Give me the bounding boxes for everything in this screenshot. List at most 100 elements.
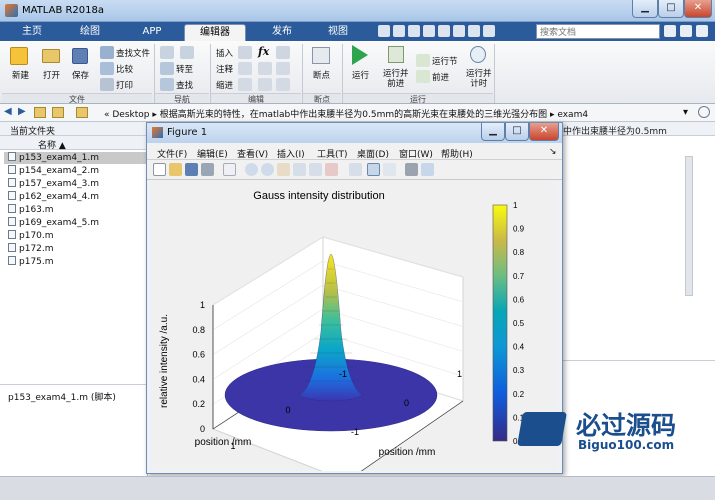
breakpoints-button[interactable]: 断点 xyxy=(313,69,330,81)
maximize-button[interactable]: □ xyxy=(658,0,684,18)
menu-dock-icon[interactable]: ↘ xyxy=(549,147,557,157)
legend-icon[interactable] xyxy=(383,163,396,176)
file-item[interactable]: p170.m xyxy=(8,230,54,242)
data-cursor-icon[interactable] xyxy=(309,163,322,176)
search-icon[interactable] xyxy=(664,25,676,37)
forward-icon[interactable]: ▶ xyxy=(18,107,28,117)
save-button[interactable]: 保存 xyxy=(72,69,89,81)
link-plot-icon[interactable] xyxy=(349,163,362,176)
menu-edit[interactable]: 编辑(E) xyxy=(197,147,228,160)
new-icon[interactable] xyxy=(10,47,28,65)
compare-button[interactable]: 比较 xyxy=(116,63,133,75)
hide-plot-tools-icon[interactable] xyxy=(405,163,418,176)
find-files-button[interactable]: 查找文件 xyxy=(116,47,150,59)
smart-indent-icon[interactable] xyxy=(238,78,252,91)
figure-close-button[interactable]: ✕ xyxy=(529,123,559,141)
save-icon[interactable] xyxy=(378,25,390,37)
run-section-button[interactable]: 运行节 xyxy=(432,55,458,67)
redo-icon[interactable] xyxy=(453,25,465,37)
file-item[interactable]: p154_exam4_2.m xyxy=(8,165,99,177)
file-item[interactable]: p153_exam4_1.m xyxy=(8,152,99,164)
menu-file[interactable]: 文件(F) xyxy=(157,147,187,160)
print-button[interactable]: 打印 xyxy=(116,79,133,91)
tab-editor[interactable]: 编辑器 xyxy=(184,24,246,41)
figure-minimize-button[interactable]: ▁ xyxy=(481,123,505,141)
new-button[interactable]: 新建 xyxy=(12,69,29,81)
insert-button[interactable]: 插入 xyxy=(216,47,233,59)
editor-tab-title[interactable]: 中作出束腰半径为0.5mm xyxy=(563,124,667,137)
uncomment-icon[interactable] xyxy=(258,62,272,75)
paste-icon[interactable] xyxy=(423,25,435,37)
comment-icon[interactable] xyxy=(238,62,252,75)
folder-icon[interactable] xyxy=(34,107,46,118)
undo-icon[interactable] xyxy=(438,25,450,37)
save-file-icon[interactable] xyxy=(72,48,88,64)
column-header-name[interactable]: 名称 ▲ xyxy=(0,136,147,151)
run-button[interactable]: 运行 xyxy=(352,69,369,81)
forward-arrow-icon[interactable] xyxy=(180,46,194,59)
run-and-time-icon[interactable] xyxy=(470,46,486,63)
tab-plots[interactable]: 绘图 xyxy=(66,24,114,41)
path-dropdown-icon[interactable]: ▾ xyxy=(683,107,688,118)
minimize-button[interactable]: ▁ xyxy=(632,0,658,18)
pan-icon[interactable] xyxy=(277,163,290,176)
cut-icon[interactable] xyxy=(393,25,405,37)
insert-dropdown-icon[interactable] xyxy=(276,46,290,59)
brush-icon[interactable] xyxy=(325,163,338,176)
tab-view[interactable]: 视图 xyxy=(312,24,364,41)
tab-home[interactable]: 主页 xyxy=(8,24,56,41)
wrap-comment-icon[interactable] xyxy=(276,62,290,75)
new-figure-icon[interactable] xyxy=(153,163,166,176)
browse-folder-icon[interactable] xyxy=(52,107,64,118)
fx-icon[interactable]: fx xyxy=(258,45,269,58)
zoom-in-icon[interactable] xyxy=(245,163,258,176)
advance-button[interactable]: 前进 xyxy=(432,71,449,83)
breakpoints-icon[interactable] xyxy=(312,47,330,64)
increase-indent-icon[interactable] xyxy=(258,78,272,91)
current-folder-path[interactable]: « Desktop ▸ 根据高斯光束的特性，在matlab中作出束腰半径为0.5… xyxy=(104,107,588,120)
bell-icon[interactable] xyxy=(680,25,692,37)
file-item[interactable]: p162_exam4_4.m xyxy=(8,191,99,203)
figure-maximize-button[interactable]: □ xyxy=(505,123,529,141)
show-plot-tools-icon[interactable] xyxy=(421,163,434,176)
menu-insert[interactable]: 插入(I) xyxy=(277,147,305,160)
copy-icon[interactable] xyxy=(408,25,420,37)
menu-help[interactable]: 帮助(H) xyxy=(441,147,473,160)
menu-desktop[interactable]: 桌面(D) xyxy=(357,147,389,160)
search-documentation-input[interactable] xyxy=(536,24,660,39)
run-and-advance-button[interactable]: 运行并 前进 xyxy=(383,69,409,89)
comment-button[interactable]: 注释 xyxy=(216,63,233,75)
open-file-icon[interactable] xyxy=(169,163,182,176)
rotate-3d-icon[interactable] xyxy=(293,163,306,176)
scrollbar[interactable] xyxy=(685,156,693,296)
run-icon[interactable] xyxy=(352,45,368,65)
insert-icon[interactable] xyxy=(238,46,252,59)
print-figure-icon[interactable] xyxy=(201,163,214,176)
goto-button[interactable]: 转至 xyxy=(176,63,193,75)
switch-windows-icon[interactable] xyxy=(468,25,480,37)
help-icon[interactable] xyxy=(483,25,495,37)
run-and-time-button[interactable]: 运行并 计时 xyxy=(466,69,492,89)
find-button[interactable]: 查找 xyxy=(176,79,193,91)
close-button[interactable]: ✕ xyxy=(684,0,712,18)
zoom-out-icon[interactable] xyxy=(261,163,274,176)
back-arrow-icon[interactable] xyxy=(160,46,174,59)
file-item[interactable]: p175.m xyxy=(8,256,54,268)
menu-tools[interactable]: 工具(T) xyxy=(317,147,348,160)
run-and-advance-icon[interactable] xyxy=(388,46,404,63)
edit-plot-icon[interactable] xyxy=(223,163,236,176)
file-item[interactable]: p157_exam4_3.m xyxy=(8,178,99,190)
tab-publish[interactable]: 发布 xyxy=(256,24,308,41)
save-figure-icon[interactable] xyxy=(185,163,198,176)
colorbar-icon[interactable] xyxy=(367,163,380,176)
file-item[interactable]: p169_exam4_5.m xyxy=(8,217,99,229)
open-button[interactable]: 打开 xyxy=(43,69,60,81)
file-item[interactable]: p172.m xyxy=(8,243,54,255)
menu-window[interactable]: 窗口(W) xyxy=(399,147,433,160)
indent-button[interactable]: 缩进 xyxy=(216,79,233,91)
open-icon[interactable] xyxy=(42,49,60,63)
menu-view[interactable]: 查看(V) xyxy=(237,147,268,160)
account-icon[interactable] xyxy=(696,25,708,37)
decrease-indent-icon[interactable] xyxy=(276,78,290,91)
back-icon[interactable]: ◀ xyxy=(4,107,14,117)
